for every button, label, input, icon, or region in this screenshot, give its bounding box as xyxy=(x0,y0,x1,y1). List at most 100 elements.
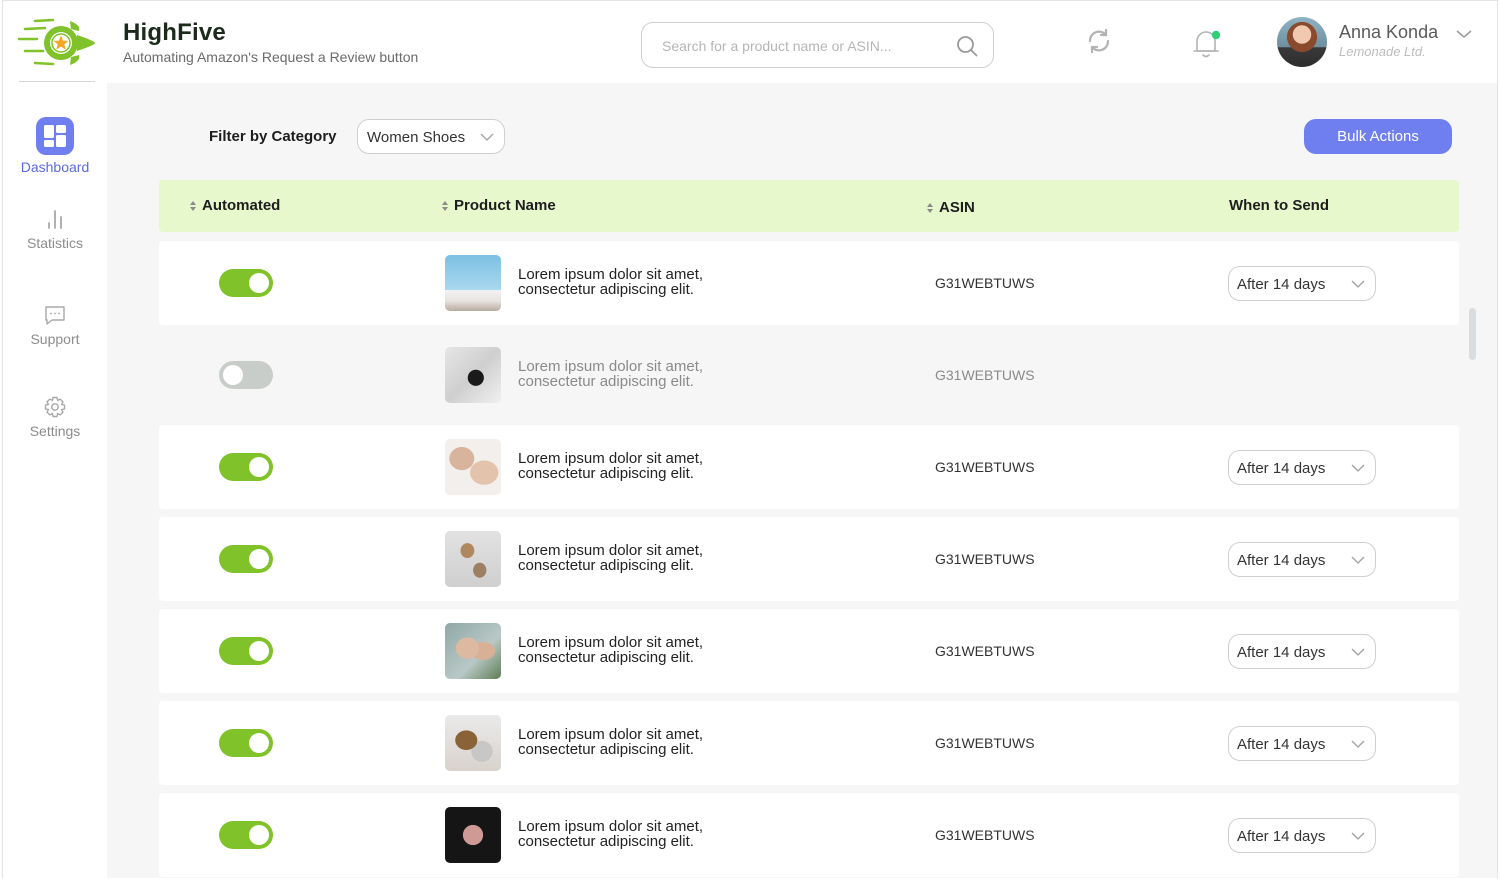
when-to-send-select[interactable]: After 14 days xyxy=(1228,726,1376,761)
automation-toggle[interactable] xyxy=(219,269,273,297)
app-window: HighFive Automating Amazon's Request a R… xyxy=(2,0,1498,878)
column-label: Product Name xyxy=(454,197,556,214)
chat-icon xyxy=(45,306,65,325)
user-name[interactable]: Anna Konda xyxy=(1339,22,1438,43)
asin-value: G31WEBTUWS xyxy=(935,275,1035,291)
sidebar-item-dashboard[interactable]: Dashboard xyxy=(3,117,107,175)
chevron-down-icon xyxy=(1351,740,1365,748)
category-filter-select[interactable]: Women Shoes xyxy=(357,119,505,154)
search-icon[interactable] xyxy=(955,34,979,58)
logo-divider xyxy=(19,81,95,82)
table-row: Lorem ipsum dolor sit amet, consectetur … xyxy=(159,701,1459,785)
product-name[interactable]: Lorem ipsum dolor sit amet, consectetur … xyxy=(518,451,778,481)
product-thumbnail xyxy=(445,347,501,403)
asin-value: G31WEBTUWS xyxy=(935,827,1035,843)
asin-value: G31WEBTUWS xyxy=(935,459,1035,475)
notification-bell-icon[interactable] xyxy=(1191,27,1221,59)
user-company: Lemonade Ltd. xyxy=(1339,44,1426,59)
automation-toggle[interactable] xyxy=(219,545,273,573)
notification-dot xyxy=(1211,30,1221,40)
when-to-send-value: After 14 days xyxy=(1237,276,1326,293)
gear-icon xyxy=(44,396,66,418)
automation-toggle[interactable] xyxy=(219,637,273,665)
automation-toggle[interactable] xyxy=(219,821,273,849)
product-name[interactable]: Lorem ipsum dolor sit amet, consectetur … xyxy=(518,727,778,757)
sidebar-item-label: Support xyxy=(30,331,80,347)
user-avatar[interactable] xyxy=(1277,17,1327,67)
table-row: Lorem ipsum dolor sit amet, consectetur … xyxy=(159,241,1459,325)
bulk-actions-button[interactable]: Bulk Actions xyxy=(1304,119,1452,154)
sidebar-item-statistics[interactable]: Statistics xyxy=(3,207,107,251)
asin-value: G31WEBTUWS xyxy=(935,551,1035,567)
toggle-knob xyxy=(249,733,269,753)
sidebar-item-label: Settings xyxy=(29,423,81,439)
chevron-down-icon[interactable] xyxy=(1455,27,1473,41)
when-to-send-value: After 14 days xyxy=(1237,736,1326,753)
dashboard-icon xyxy=(36,117,74,155)
chevron-down-icon xyxy=(1351,556,1365,564)
toggle-knob xyxy=(249,825,269,845)
top-bar: HighFive Automating Amazon's Request a R… xyxy=(3,1,1497,83)
product-thumbnail xyxy=(445,439,501,495)
category-filter-value: Women Shoes xyxy=(367,129,466,146)
product-name[interactable]: Lorem ipsum dolor sit amet, consectetur … xyxy=(518,267,778,297)
sort-icon xyxy=(927,202,933,213)
sidebar-item-settings[interactable]: Settings xyxy=(3,395,107,439)
sidebar-item-label: Statistics xyxy=(26,235,83,251)
app-title: HighFive xyxy=(123,19,226,46)
table-row: Lorem ipsum dolor sit amet, consectetur … xyxy=(159,793,1459,877)
column-header-automated[interactable]: Automated xyxy=(189,197,280,214)
sort-icon xyxy=(442,200,448,211)
chevron-down-icon xyxy=(1351,832,1365,840)
chevron-down-icon xyxy=(480,133,494,141)
main-content: Filter by Category Women Shoes Bulk Acti… xyxy=(107,83,1497,878)
highfive-logo-icon xyxy=(17,18,95,66)
asin-value: G31WEBTUWS xyxy=(935,367,1035,383)
when-to-send-value: After 14 days xyxy=(1237,460,1326,477)
product-thumbnail xyxy=(445,623,501,679)
when-to-send-select[interactable]: After 14 days xyxy=(1228,818,1376,853)
toggle-knob xyxy=(249,457,269,477)
product-thumbnail xyxy=(445,255,501,311)
filter-label: Filter by Category xyxy=(209,128,337,145)
asin-value: G31WEBTUWS xyxy=(935,735,1035,751)
product-name[interactable]: Lorem ipsum dolor sit amet, consectetur … xyxy=(518,819,778,849)
sidebar-item-support[interactable]: Support xyxy=(3,303,107,347)
automation-toggle[interactable] xyxy=(219,729,273,757)
product-thumbnail xyxy=(445,807,501,863)
app-subtitle: Automating Amazon's Request a Review but… xyxy=(123,49,419,65)
table-row: Lorem ipsum dolor sit amet, consectetur … xyxy=(159,517,1459,601)
search-input[interactable] xyxy=(662,35,942,57)
column-header-asin[interactable]: ASIN xyxy=(926,199,975,216)
when-to-send-value: After 14 days xyxy=(1237,644,1326,661)
bar-chart-icon xyxy=(48,210,62,229)
sidebar-item-label: Dashboard xyxy=(20,159,90,175)
product-name[interactable]: Lorem ipsum dolor sit amet, consectetur … xyxy=(518,359,778,389)
when-to-send-select[interactable]: After 14 days xyxy=(1228,450,1376,485)
sidebar: Dashboard Statistics Support Settings xyxy=(3,83,107,878)
when-to-send-select[interactable]: After 14 days xyxy=(1228,542,1376,577)
toggle-knob xyxy=(249,549,269,569)
column-label: ASIN xyxy=(939,199,975,216)
automation-toggle[interactable] xyxy=(219,453,273,481)
product-name[interactable]: Lorem ipsum dolor sit amet, consectetur … xyxy=(518,635,778,665)
when-to-send-value: After 14 days xyxy=(1237,552,1326,569)
product-thumbnail xyxy=(445,715,501,771)
product-name[interactable]: Lorem ipsum dolor sit amet, consectetur … xyxy=(518,543,778,573)
column-header-when-to-send: When to Send xyxy=(1229,197,1329,214)
chevron-down-icon xyxy=(1351,280,1365,288)
table-header: Automated Product Name ASIN When to Send xyxy=(159,180,1459,232)
chevron-down-icon xyxy=(1351,464,1365,472)
when-to-send-select[interactable]: After 14 days xyxy=(1228,266,1376,301)
refresh-icon[interactable] xyxy=(1085,27,1113,55)
when-to-send-select[interactable]: After 14 days xyxy=(1228,634,1376,669)
scrollbar-thumb[interactable] xyxy=(1469,308,1476,360)
search-box[interactable] xyxy=(641,22,994,68)
product-thumbnail xyxy=(445,531,501,587)
table-row: Lorem ipsum dolor sit amet, consectetur … xyxy=(159,333,1459,417)
table-row: Lorem ipsum dolor sit amet, consectetur … xyxy=(159,425,1459,509)
when-to-send-value: After 14 days xyxy=(1237,828,1326,845)
column-header-product-name[interactable]: Product Name xyxy=(441,197,556,214)
automation-toggle[interactable] xyxy=(219,361,273,389)
sort-icon xyxy=(190,200,196,211)
